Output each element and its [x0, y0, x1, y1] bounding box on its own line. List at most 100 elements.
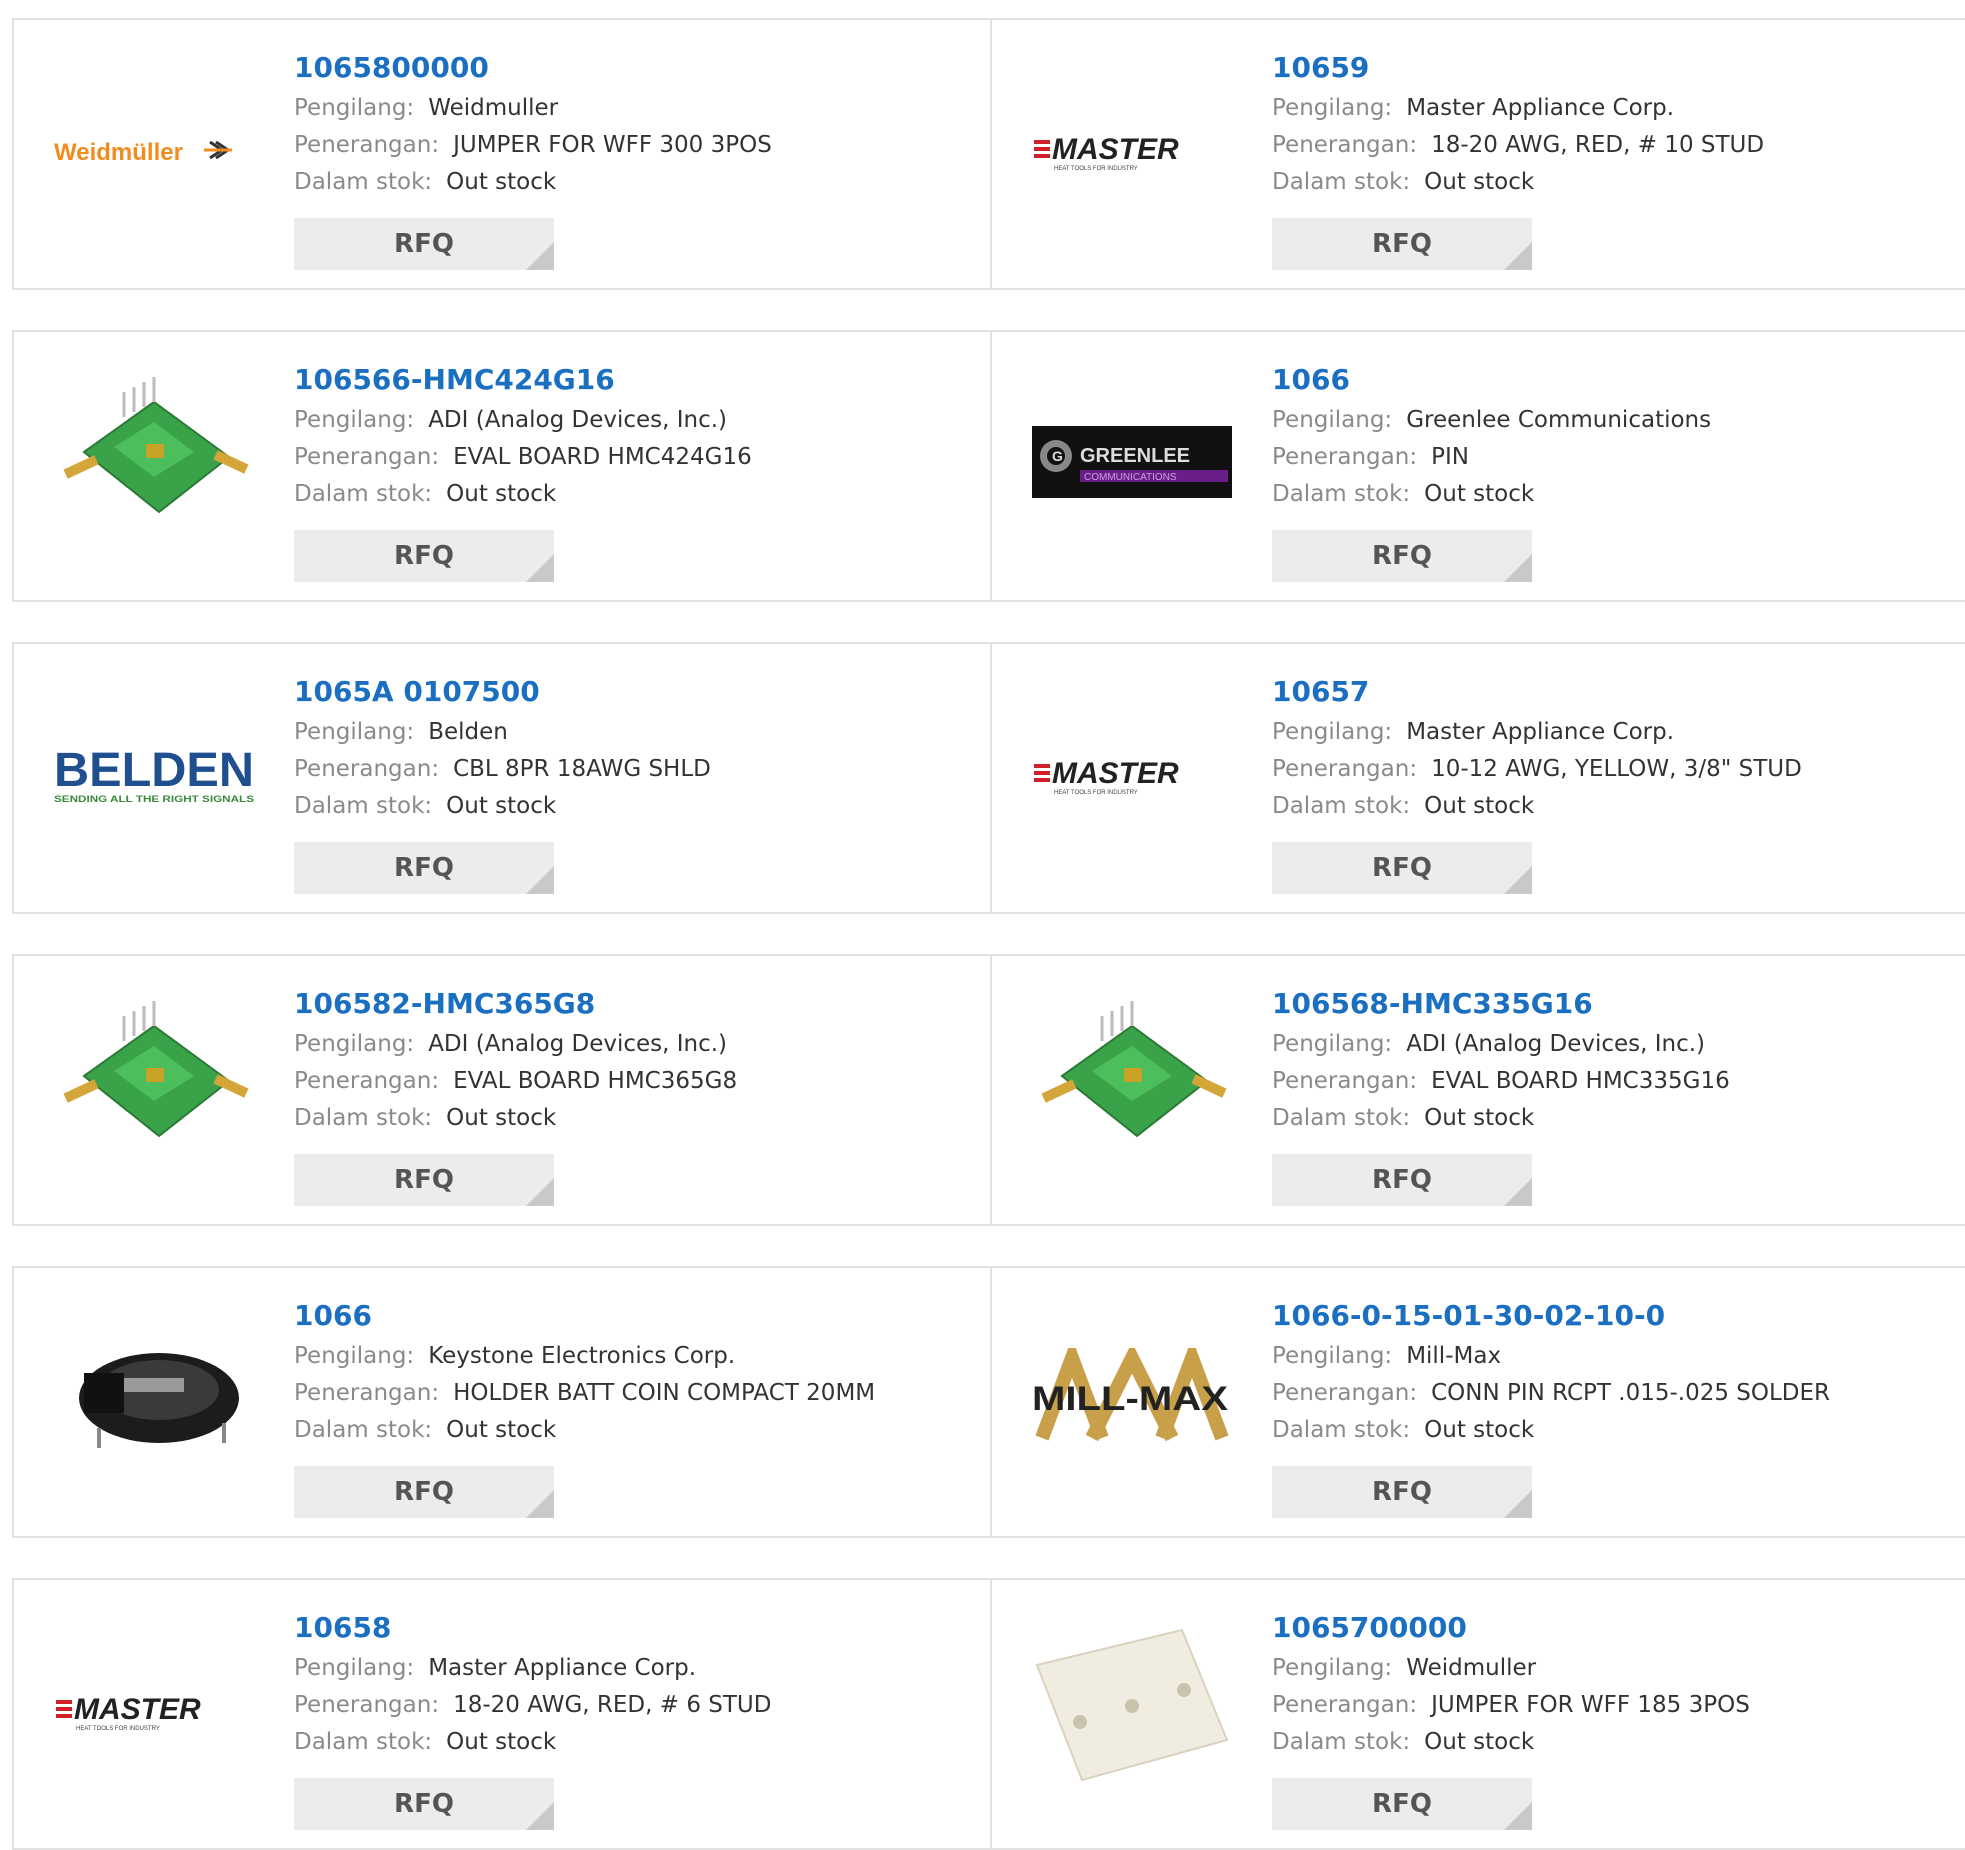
description-label: Penerangan: [294, 1380, 440, 1406]
product-info: 106568-HMC335G16 Pengilang: ADI (Analog D… [1272, 986, 1730, 1137]
stock-label: Dalam stok: [1272, 481, 1411, 507]
description-line: Penerangan: PIN [1272, 439, 1711, 476]
manufacturer-line: Pengilang: ADI (Analog Devices, Inc.) [294, 402, 752, 439]
part-number-link[interactable]: 10657 [1272, 674, 1802, 710]
part-number-link[interactable]: 1065700000 [1272, 1610, 1750, 1646]
manufacturer-label: Pengilang: [294, 1655, 415, 1681]
part-number-link[interactable]: 1066 [294, 1298, 875, 1334]
product-image[interactable] [1032, 1610, 1232, 1810]
svg-text:MASTER: MASTER [74, 1693, 201, 1726]
rfq-button[interactable]: RFQ [1272, 1154, 1532, 1206]
corner-decoration [1504, 1802, 1532, 1830]
corner-decoration [1504, 554, 1532, 582]
rfq-button[interactable]: RFQ [294, 1154, 554, 1206]
rfq-button[interactable]: RFQ [1272, 530, 1532, 582]
svg-text:BELDEN: BELDEN [54, 744, 254, 797]
svg-text:Weidmüller: Weidmüller [54, 139, 183, 166]
rfq-button[interactable]: RFQ [1272, 218, 1532, 270]
rfq-label: RFQ [1372, 229, 1432, 259]
product-image[interactable]: MASTER HEAT TOOLS FOR INDUSTRY [1032, 674, 1232, 874]
stock-label: Dalam stok: [1272, 169, 1411, 195]
manufacturer-label: Pengilang: [1272, 1655, 1393, 1681]
stock-line: Dalam stok: Out stock [1272, 164, 1764, 201]
description-label: Penerangan: [294, 1692, 440, 1718]
manufacturer-label: Pengilang: [294, 1031, 415, 1057]
product-image[interactable]: G GREENLEE COMMUNICATIONS [1032, 362, 1232, 562]
manufacturer-line: Pengilang: ADI (Analog Devices, Inc.) [294, 1026, 737, 1063]
stock-label: Dalam stok: [294, 793, 433, 819]
rfq-button[interactable]: RFQ [294, 1466, 554, 1518]
part-number-link[interactable]: 1066 [1272, 362, 1711, 398]
stock-line: Dalam stok: Out stock [1272, 1412, 1830, 1449]
manufacturer-line: Pengilang: Weidmuller [1272, 1650, 1750, 1687]
product-info: 106566-HMC424G16 Pengilang: ADI (Analog D… [294, 362, 752, 513]
part-number-link[interactable]: 1065A 0107500 [294, 674, 711, 710]
product-info: 10657 Pengilang: Master Appliance Corp. P… [1272, 674, 1802, 825]
description-line: Penerangan: HOLDER BATT COIN COMPACT 20MM [294, 1375, 875, 1412]
manufacturer-value: Keystone Electronics Corp. [428, 1343, 736, 1369]
rfq-label: RFQ [394, 1789, 454, 1819]
part-number-link[interactable]: 1065800000 [294, 50, 772, 86]
rfq-button[interactable]: RFQ [294, 842, 554, 894]
stock-line: Dalam stok: Out stock [1272, 1724, 1750, 1761]
svg-text:GREENLEE: GREENLEE [1080, 445, 1190, 467]
rfq-button[interactable]: RFQ [1272, 1778, 1532, 1830]
product-image[interactable] [54, 362, 254, 562]
stock-value: Out stock [446, 481, 557, 507]
stock-value: Out stock [1424, 481, 1535, 507]
manufacturer-label: Pengilang: [294, 1343, 415, 1369]
product-image[interactable]: MILL-MAX [1032, 1298, 1232, 1498]
part-number-link[interactable]: 106568-HMC335G16 [1272, 986, 1730, 1022]
corner-decoration [526, 866, 554, 894]
svg-text:HEAT TOOLS FOR INDUSTRY: HEAT TOOLS FOR INDUSTRY [1054, 790, 1138, 796]
product-card: 1065700000 Pengilang: Weidmuller Penerang… [992, 1580, 1965, 1848]
manufacturer-value: Master Appliance Corp. [1406, 95, 1675, 121]
part-number-link[interactable]: 10659 [1272, 50, 1764, 86]
product-card: 106566-HMC424G16 Pengilang: ADI (Analog D… [14, 332, 992, 600]
manufacturer-label: Pengilang: [294, 407, 415, 433]
product-image[interactable]: BELDEN SENDING ALL THE RIGHT SIGNALS [54, 674, 254, 874]
svg-text:COMMUNICATIONS: COMMUNICATIONS [1084, 472, 1177, 483]
product-image[interactable]: Weidmüller [54, 50, 254, 250]
product-image[interactable]: MASTER HEAT TOOLS FOR INDUSTRY [1032, 50, 1232, 250]
description-line: Penerangan: JUMPER FOR WFF 300 3POS [294, 127, 772, 164]
product-row: 106582-HMC365G8 Pengilang: ADI (Analog De… [12, 954, 1965, 1226]
description-label: Penerangan: [1272, 1692, 1418, 1718]
svg-text:SENDING ALL THE RIGHT SIGNALS: SENDING ALL THE RIGHT SIGNALS [54, 794, 254, 804]
manufacturer-label: Pengilang: [1272, 407, 1393, 433]
manufacturer-value: ADI (Analog Devices, Inc.) [428, 407, 728, 433]
stock-label: Dalam stok: [294, 1417, 433, 1443]
rfq-button[interactable]: RFQ [294, 1778, 554, 1830]
manufacturer-label: Pengilang: [1272, 1343, 1393, 1369]
product-card: BELDEN SENDING ALL THE RIGHT SIGNALS 106… [14, 644, 992, 912]
product-info: 1066-0-15-01-30-02-10-0 Pengilang: Mill-M… [1272, 1298, 1830, 1449]
manufacturer-value: Master Appliance Corp. [428, 1655, 697, 1681]
part-number-link[interactable]: 1066-0-15-01-30-02-10-0 [1272, 1298, 1830, 1334]
part-number-link[interactable]: 10658 [294, 1610, 771, 1646]
product-row: Weidmüller 1065800000 Pengilang: Weidmull… [12, 18, 1965, 290]
product-card: MASTER HEAT TOOLS FOR INDUSTRY 10657 Pen… [992, 644, 1965, 912]
description-line: Penerangan: EVAL BOARD HMC365G8 [294, 1063, 737, 1100]
rfq-button[interactable]: RFQ [294, 218, 554, 270]
description-label: Penerangan: [1272, 756, 1418, 782]
part-number-link[interactable]: 106582-HMC365G8 [294, 986, 737, 1022]
product-image[interactable] [1032, 986, 1232, 1186]
product-image[interactable]: MASTER HEAT TOOLS FOR INDUSTRY [54, 1610, 254, 1810]
product-image[interactable] [54, 1298, 254, 1498]
product-card: 106582-HMC365G8 Pengilang: ADI (Analog De… [14, 956, 992, 1224]
product-image[interactable] [54, 986, 254, 1186]
manufacturer-label: Pengilang: [1272, 95, 1393, 121]
rfq-label: RFQ [1372, 853, 1432, 883]
part-number-link[interactable]: 106566-HMC424G16 [294, 362, 752, 398]
description-value: HOLDER BATT COIN COMPACT 20MM [453, 1380, 876, 1406]
stock-line: Dalam stok: Out stock [294, 164, 772, 201]
corner-decoration [1504, 1490, 1532, 1518]
rfq-button[interactable]: RFQ [1272, 842, 1532, 894]
description-label: Penerangan: [1272, 1380, 1418, 1406]
rfq-button[interactable]: RFQ [294, 530, 554, 582]
product-info: 1066 Pengilang: Greenlee Communications P… [1272, 362, 1711, 513]
corner-decoration [526, 242, 554, 270]
rfq-button[interactable]: RFQ [1272, 1466, 1532, 1518]
description-value: EVAL BOARD HMC365G8 [453, 1068, 738, 1094]
manufacturer-value: ADI (Analog Devices, Inc.) [1406, 1031, 1706, 1057]
